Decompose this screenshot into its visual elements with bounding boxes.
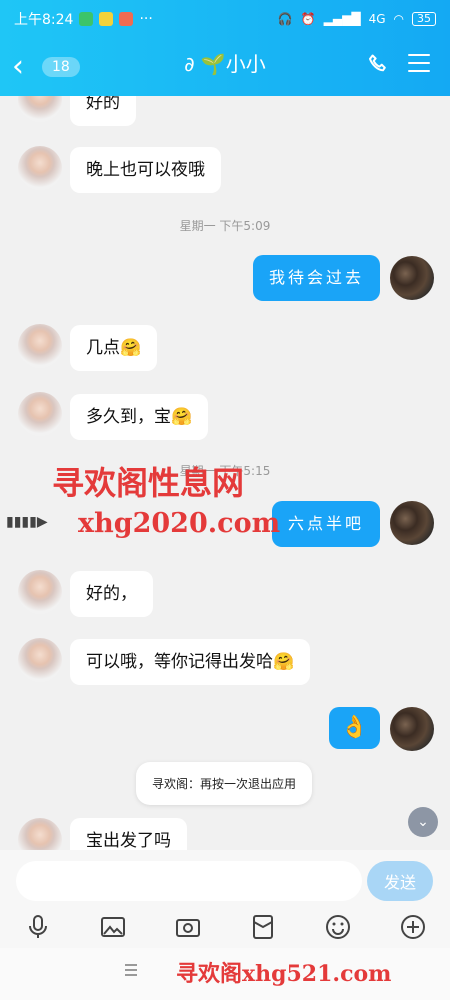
wifi-icon: ◠ <box>393 12 404 26</box>
watermark-arrow-icon: ▮▮▮▮▶ <box>6 514 48 530</box>
image-icon[interactable] <box>98 912 128 942</box>
watermark-text: xhg2020.com <box>78 508 281 539</box>
status-bar: 上午8:24 ··· 🎧 ⏰ ▂▄▆█ 4G ◠ 35 <box>0 0 450 38</box>
message-bubble-out[interactable]: 👌 <box>328 707 380 749</box>
message-input[interactable] <box>16 861 362 901</box>
battery-icon: 35 <box>412 12 436 26</box>
nav-bar: ‹ 18 ∂ 🌱小小 <box>0 38 450 96</box>
message-bubble-in[interactable]: 晚上也可以夜哦 <box>70 147 221 193</box>
sprout-icon: 🌱 <box>200 52 226 76</box>
contact-avatar[interactable] <box>18 570 62 614</box>
contact-avatar[interactable] <box>18 638 62 682</box>
status-time: 上午8:24 <box>14 12 74 28</box>
input-toolbar <box>0 908 450 946</box>
contact-avatar[interactable] <box>18 324 62 368</box>
message-bubble-out[interactable]: 六点半吧 <box>271 501 380 547</box>
message-list[interactable]: 好的 晚上也可以夜哦 星期一 下午5:09 我待会过去 几点🤗 多久到，宝🤗 星… <box>0 96 450 850</box>
plus-icon[interactable] <box>398 912 428 942</box>
message-bubble-out[interactable]: 我待会过去 <box>252 255 380 301</box>
phone-icon[interactable] <box>366 52 390 80</box>
my-avatar[interactable] <box>390 256 434 300</box>
camera-icon[interactable] <box>173 912 203 942</box>
microphone-icon[interactable] <box>23 912 53 942</box>
my-avatar[interactable] <box>390 707 434 751</box>
my-avatar[interactable] <box>390 501 434 545</box>
contact-avatar[interactable] <box>18 818 62 850</box>
contact-name: 小小 <box>225 52 266 76</box>
chevron-left-icon[interactable]: ‹ <box>12 52 36 82</box>
app-notification-icon <box>79 12 94 26</box>
app-notification-icon <box>119 12 134 26</box>
message-bubble-in[interactable]: 几点🤗 <box>70 325 158 371</box>
contact-avatar[interactable] <box>18 96 62 122</box>
message-bubble-in[interactable]: 可以哦，等你记得出发哈🤗 <box>70 639 311 685</box>
contact-avatar[interactable] <box>18 392 62 436</box>
message-bubble-in[interactable]: 多久到，宝🤗 <box>70 394 209 440</box>
watermark-text: 寻欢阁xhg521.com <box>176 961 392 987</box>
menu-icon[interactable] <box>408 54 430 72</box>
toast-message: 寻欢阁：再按一次退出应用 <box>136 762 313 805</box>
more-notifications-icon: ··· <box>139 11 153 27</box>
send-button[interactable]: 发送 <box>367 861 433 901</box>
app-notification-icon <box>99 12 114 26</box>
watermark-text: 寻欢阁性息网 <box>52 464 245 502</box>
time-divider: 星期一 下午5:09 <box>179 219 271 233</box>
red-packet-icon[interactable] <box>248 912 278 942</box>
network-type: 4G <box>368 12 386 26</box>
signal-icon: ▂▄▆█ <box>323 12 361 26</box>
scroll-down-icon[interactable]: ⌄ <box>408 807 438 837</box>
input-area: 发送 寻欢阁xhg521.com <box>0 850 450 1000</box>
emoji-icon[interactable] <box>323 912 353 942</box>
message-bubble-in[interactable]: 好的 <box>70 96 136 126</box>
message-bubble-in[interactable]: 好的， <box>70 571 153 617</box>
menu-nav-icon[interactable] <box>125 964 137 976</box>
alarm-icon: ⏰ <box>300 12 316 26</box>
ear-icon: ∂ <box>184 52 195 76</box>
header: 上午8:24 ··· 🎧 ⏰ ▂▄▆█ 4G ◠ 35 ‹ 18 ∂ 🌱小小 <box>0 0 450 96</box>
contact-avatar[interactable] <box>18 146 62 190</box>
system-nav-bar: 寻欢阁xhg521.com <box>0 948 450 1000</box>
unread-count-badge[interactable]: 18 <box>42 57 80 77</box>
headphones-icon: 🎧 <box>277 12 293 26</box>
message-bubble-in[interactable]: 宝出发了吗 <box>70 818 187 850</box>
